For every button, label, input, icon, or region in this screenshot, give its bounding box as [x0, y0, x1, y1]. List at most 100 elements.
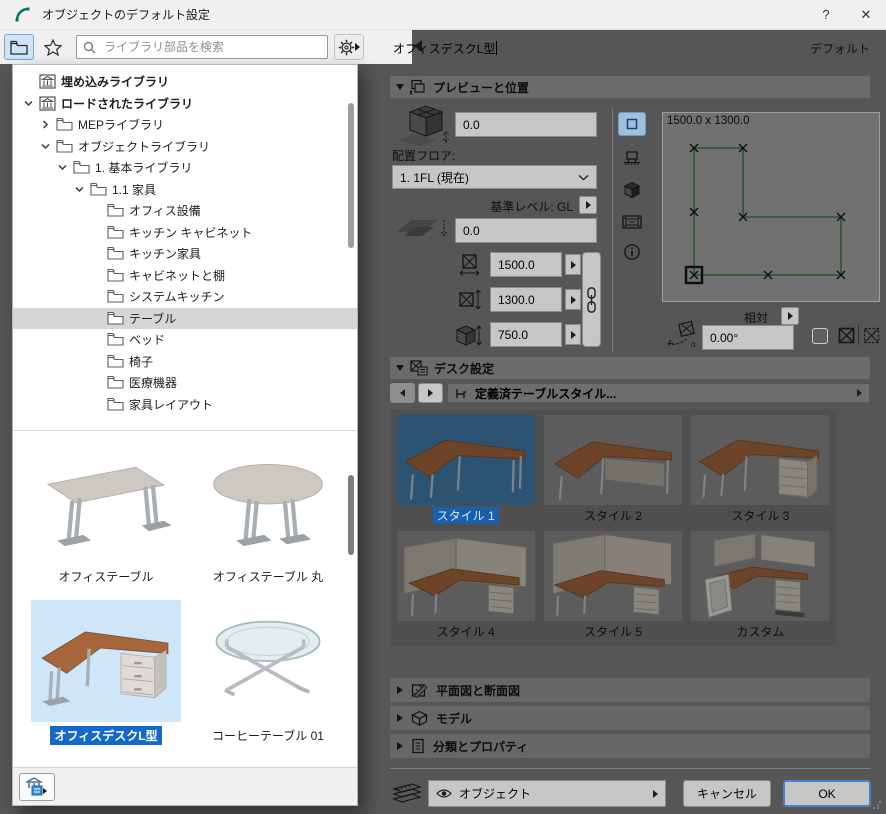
tree-item-11[interactable]: テーブル — [13, 307, 357, 329]
tree-node-icon — [107, 203, 124, 218]
preview-plan-view-button[interactable] — [618, 112, 646, 136]
library-search-field[interactable] — [76, 35, 328, 59]
depth-input[interactable]: 1300.0 — [490, 287, 562, 312]
style-tile-4[interactable]: スタイル 5 — [539, 528, 686, 644]
style-tile-3[interactable]: スタイル 4 — [392, 528, 539, 644]
base-level-flyout-button[interactable] — [579, 196, 597, 214]
tree-item-0[interactable]: 埋め込みライブラリ — [13, 71, 357, 93]
favorites-star-button[interactable] — [38, 34, 68, 60]
section-title: 平面図と断面図 — [436, 683, 521, 698]
rotation-angle-input[interactable]: 0.00° — [702, 325, 794, 350]
tree-node-icon — [39, 96, 56, 111]
preview-3d-view-button[interactable] — [618, 178, 646, 202]
depth-flyout-button[interactable] — [565, 289, 581, 310]
home-story-select[interactable]: 1. 1FL (現在) — [392, 165, 597, 189]
height-input[interactable]: 750.0 — [490, 322, 562, 347]
tree-chevron-icon[interactable] — [91, 356, 102, 367]
tree-chevron-icon[interactable] — [91, 334, 102, 345]
preview-info-button[interactable] — [618, 240, 646, 264]
tree-chevron-icon[interactable] — [91, 377, 102, 388]
tree-chevron-icon[interactable] — [91, 270, 102, 281]
scrollbar-thumb[interactable] — [348, 475, 354, 555]
scrollbar-thumb[interactable] — [348, 103, 354, 248]
relative-flyout-button[interactable] — [781, 307, 799, 325]
tree-item-10[interactable]: システムキッチン — [13, 286, 357, 308]
style-label: スタイル 1 — [432, 507, 499, 524]
section-model[interactable]: モデル — [390, 706, 870, 730]
tree-scrollbar[interactable] — [347, 73, 355, 422]
mirror-checkbox[interactable] — [812, 328, 828, 344]
tree-chevron-icon[interactable] — [91, 291, 102, 302]
tree-chevron-icon[interactable] — [91, 205, 102, 216]
style-tile-2[interactable]: スタイル 3 — [687, 412, 834, 528]
tree-chevron-icon[interactable] — [23, 76, 34, 87]
tree-item-9[interactable]: キャビネットと棚 — [13, 265, 357, 287]
tree-chevron-icon[interactable] — [91, 313, 102, 324]
settings-gear-button[interactable] — [334, 34, 364, 60]
section-plan-and-section[interactable]: 平面図と断面図 — [390, 678, 870, 702]
library-part-tile-0[interactable]: オフィステーブル — [27, 441, 185, 586]
section-title: 分類とプロパティ — [433, 739, 529, 754]
preview-front-view-button[interactable] — [618, 146, 646, 170]
tree-item-3[interactable]: オブジェクトライブラリ — [13, 136, 357, 158]
width-flyout-button[interactable] — [565, 254, 581, 275]
tree-chevron-icon[interactable] — [91, 227, 102, 238]
mirror-ghost-icon[interactable] — [863, 327, 880, 344]
library-part-tile-2[interactable]: オフィスデスクL型 — [27, 600, 185, 745]
tree-chevron-icon[interactable] — [40, 141, 51, 152]
title-bar: オブジェクトのデフォルト設定 ? ✕ — [0, 0, 886, 30]
tree-item-5[interactable]: 1.1 家具 — [13, 179, 357, 201]
style-preview — [396, 531, 535, 621]
offset-input[interactable]: 0.0 — [455, 218, 597, 243]
link-dimensions-button[interactable] — [582, 252, 601, 347]
tree-item-13[interactable]: 椅子 — [13, 351, 357, 373]
section-classification-properties[interactable]: 分類とプロパティ — [390, 734, 870, 758]
style-preset-dropdown[interactable]: 定義済テーブルスタイル... — [447, 383, 870, 403]
preview-media-button[interactable] — [618, 210, 646, 234]
tree-chevron-icon[interactable] — [57, 162, 68, 173]
tree-chevron-icon[interactable] — [91, 248, 102, 259]
chain-link-icon — [587, 286, 596, 313]
tree-item-12[interactable]: ベッド — [13, 329, 357, 351]
library-part-tile-1[interactable]: オフィステーブル 丸 — [189, 441, 347, 586]
section-desk-settings[interactable]: デスク設定 — [390, 357, 870, 379]
style-tile-1[interactable]: スタイル 2 — [539, 412, 686, 528]
tree-item-2[interactable]: MEPライブラリ — [13, 114, 357, 136]
tree-chevron-icon[interactable] — [40, 119, 51, 130]
help-button[interactable]: ? — [806, 0, 846, 30]
elevation-input[interactable]: 0.0 — [455, 112, 597, 137]
tree-item-4[interactable]: 1. 基本ライブラリ — [13, 157, 357, 179]
object-name-field[interactable]: オフィスデスクL型 — [393, 38, 693, 58]
tree-chevron-icon[interactable] — [23, 98, 34, 109]
library-part-preview — [193, 600, 343, 722]
style-tile-5[interactable]: カスタム — [687, 528, 834, 644]
thumbnails-scrollbar[interactable] — [347, 435, 355, 763]
tree-item-8[interactable]: キッチン家具 — [13, 243, 357, 265]
tree-chevron-icon[interactable] — [74, 184, 85, 195]
width-input[interactable]: 1500.0 — [490, 252, 562, 277]
layer-dropdown[interactable]: オブジェクト — [428, 780, 666, 807]
resize-grip[interactable] — [872, 800, 882, 810]
tree-item-15[interactable]: 家具レイアウト — [13, 394, 357, 416]
tree-chevron-icon[interactable] — [91, 399, 102, 410]
section-preview-position[interactable]: プレビューと位置 — [390, 76, 870, 98]
tree-item-7[interactable]: キッチン キャビネット — [13, 222, 357, 244]
tree-item-6[interactable]: オフィス設備 — [13, 200, 357, 222]
mirrored-state-icon[interactable] — [838, 327, 855, 344]
expand-arrow-icon — [397, 714, 403, 722]
cancel-button[interactable]: キャンセル — [683, 780, 771, 807]
library-part-tile-3[interactable]: コーヒーテーブル 01 — [189, 600, 347, 745]
style-tile-0[interactable]: スタイル 1 — [392, 412, 539, 528]
prev-page-button[interactable] — [390, 383, 415, 403]
ok-button[interactable]: OK — [783, 780, 871, 807]
object-2d-preview[interactable]: 1500.0 x 1300.0 — [662, 112, 880, 302]
tree-item-14[interactable]: 医療機器 — [13, 372, 357, 394]
folder-view-button[interactable] — [4, 34, 34, 60]
tree-item-1[interactable]: ロードされたライブラリ — [13, 93, 357, 115]
tree-node-icon — [73, 160, 90, 175]
search-input[interactable] — [102, 39, 321, 55]
close-button[interactable]: ✕ — [846, 0, 886, 30]
library-manager-button[interactable] — [19, 772, 55, 801]
height-flyout-button[interactable] — [565, 324, 581, 345]
next-page-button[interactable] — [418, 383, 443, 403]
